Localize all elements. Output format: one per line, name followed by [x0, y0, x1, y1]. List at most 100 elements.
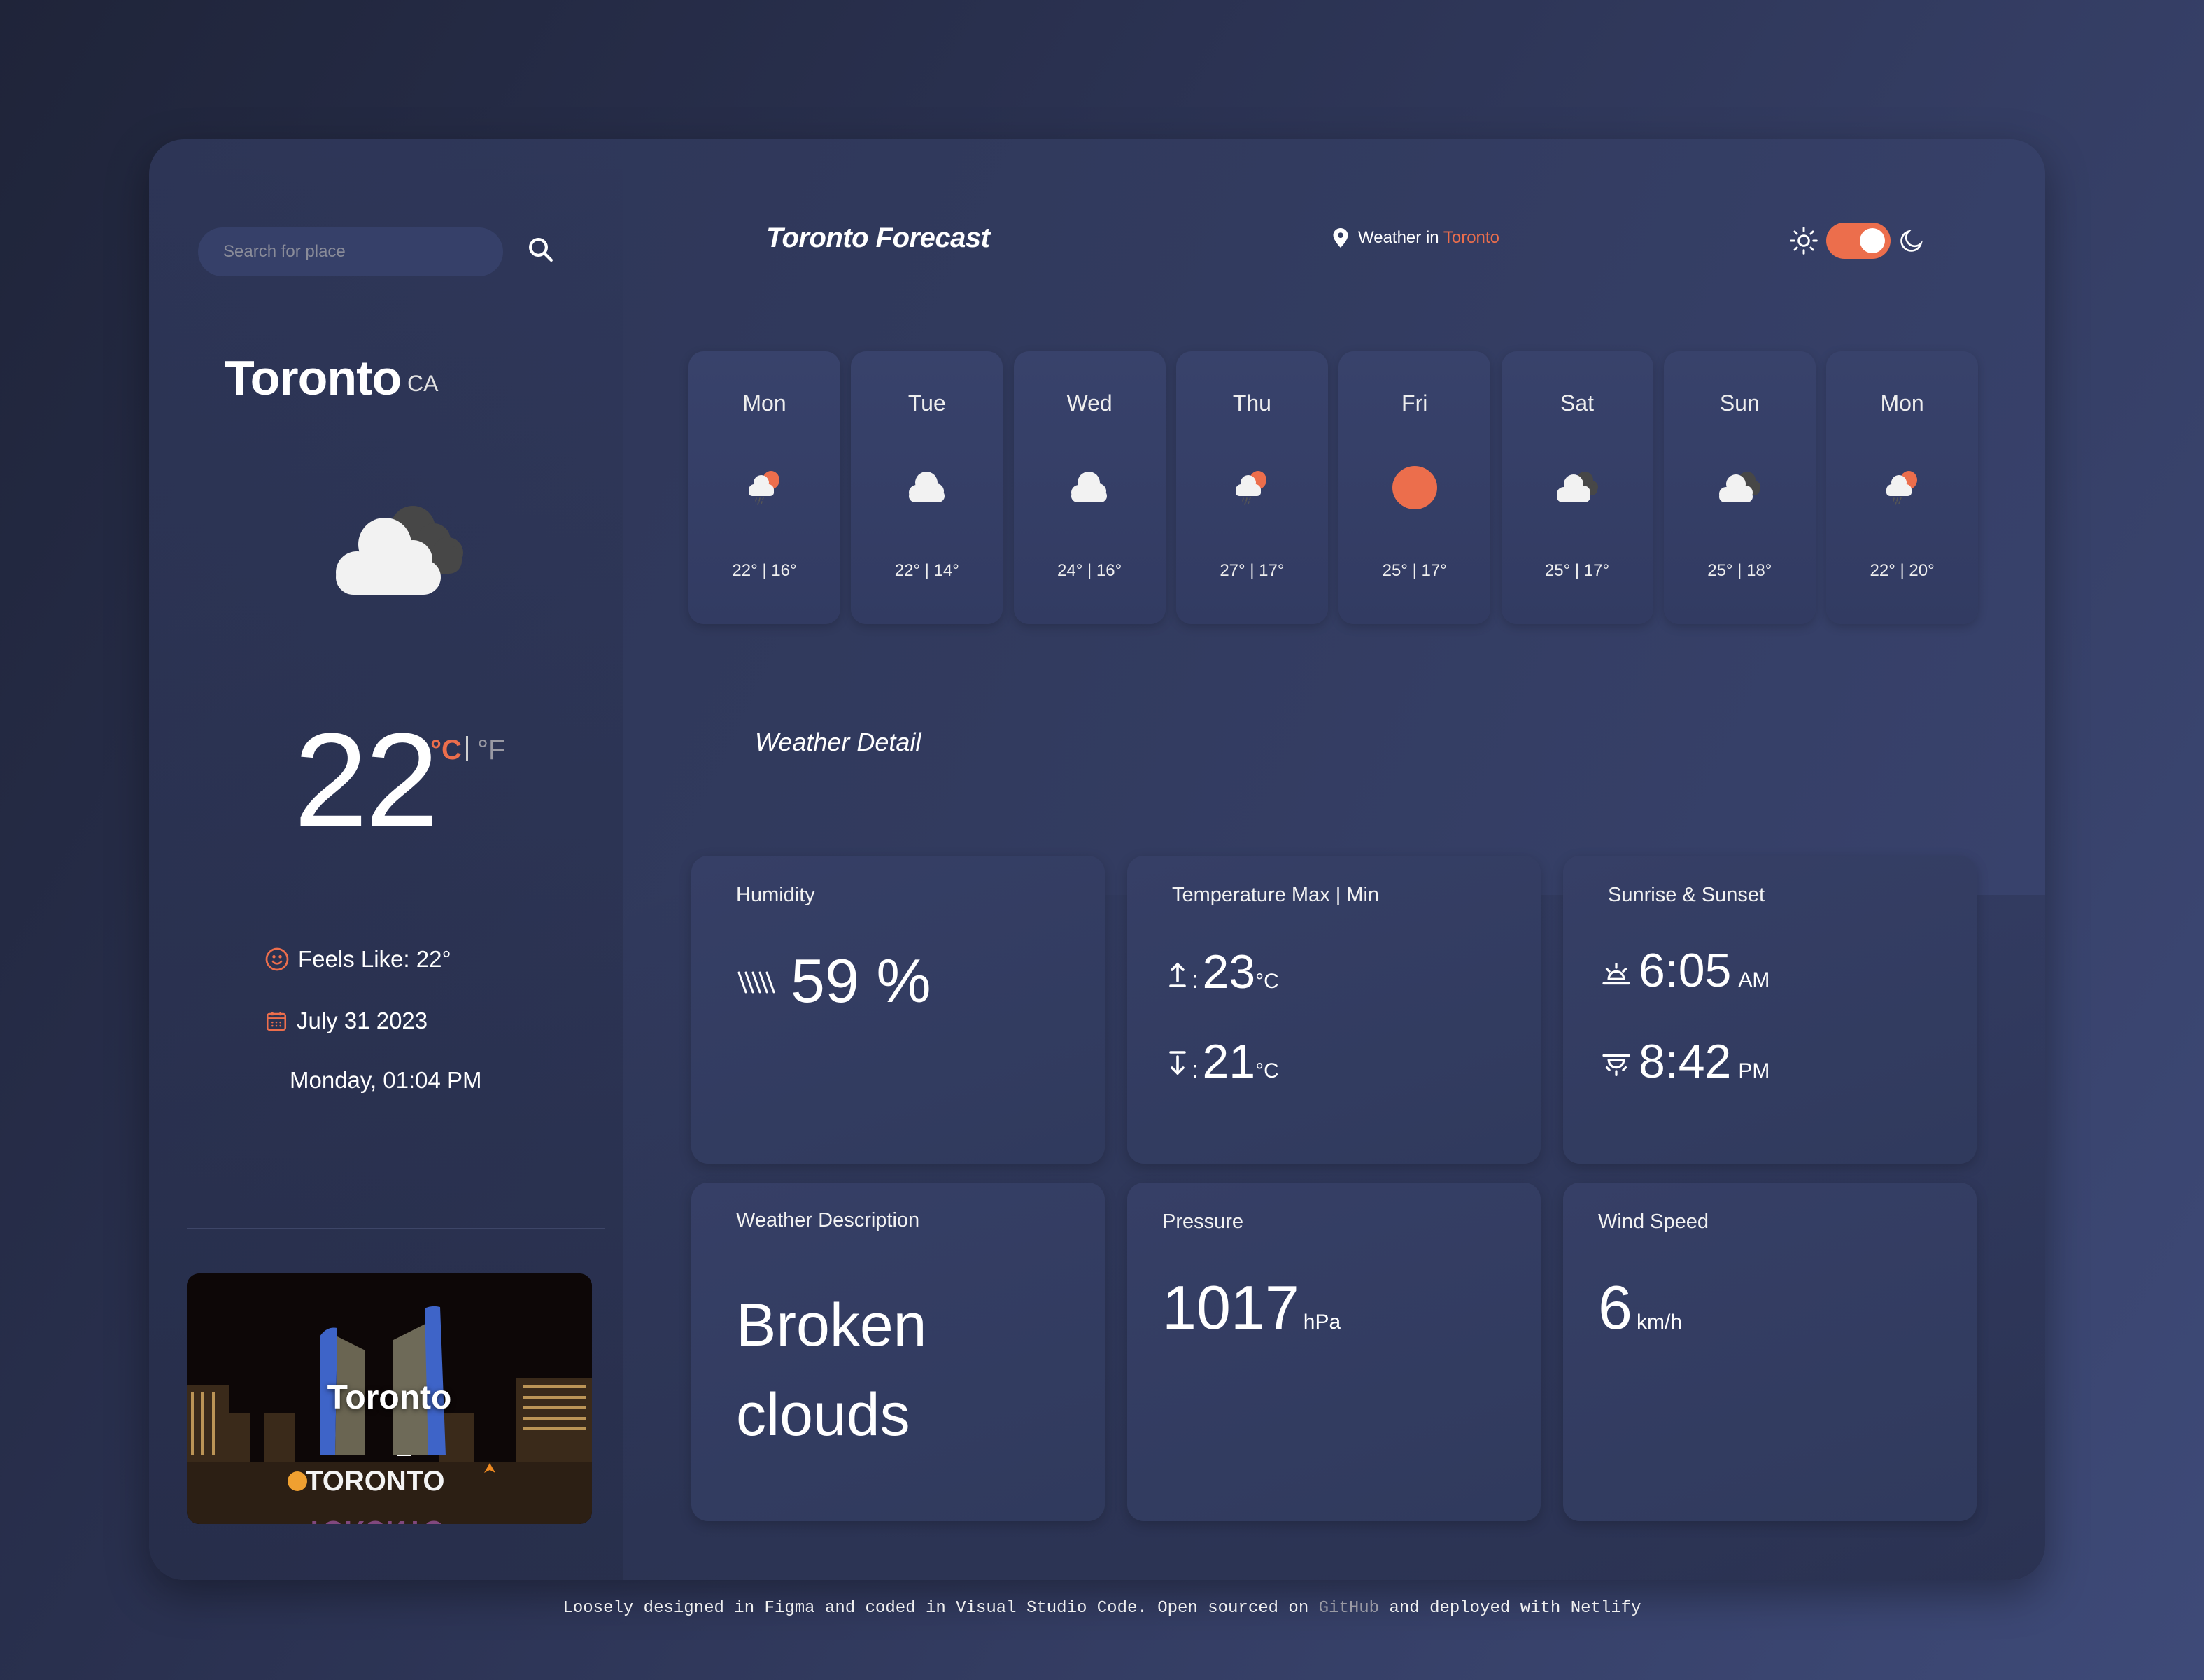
sunrise-sunset-label: Sunrise & Sunset: [1608, 884, 1765, 906]
forecast-day: Sat: [1560, 390, 1595, 416]
temp-min-row: : 21 °C: [1168, 1038, 1279, 1085]
max-separator: :: [1192, 967, 1199, 994]
forecast-weather-icon: [896, 456, 959, 519]
pressure-value-row: 1017 hPa: [1162, 1277, 1341, 1339]
forecast-card[interactable]: Wed 24° | 16°: [1013, 351, 1166, 624]
unit-separator: [466, 736, 468, 761]
humidity-card: Humidity 59 %: [691, 856, 1105, 1164]
sunset-period: PM: [1738, 1059, 1770, 1082]
city-name: Toronto: [225, 351, 402, 405]
country-code: CA: [407, 371, 439, 396]
search-button[interactable]: [526, 235, 556, 264]
wind-speed-unit: km/h: [1636, 1311, 1682, 1334]
forecast-weather-icon: [1058, 456, 1121, 519]
forecast-weather-icon: [1546, 456, 1609, 519]
forecast-card[interactable]: Sat 25° | 17°: [1501, 351, 1653, 624]
search-icon: [529, 238, 553, 262]
date-text: July 31 2023: [297, 1008, 428, 1033]
footer: Loosely designed in Figma and coded in V…: [0, 1599, 2204, 1618]
forecast-temps: 25° | 17°: [1544, 561, 1610, 580]
city-image: TORONTO TORONTO Toronto: [187, 1273, 592, 1524]
forecast-temps: 27° | 17°: [1220, 561, 1285, 580]
svg-text:TORONTO: TORONTO: [306, 1515, 445, 1524]
dark-mode-switch[interactable]: [1826, 223, 1891, 259]
humidity-value-row: 59 %: [736, 950, 931, 1012]
forecast-card[interactable]: Mon 22° | 20°: [1826, 351, 1979, 624]
humidity-label: Humidity: [736, 884, 815, 906]
theme-toggle: [1788, 223, 1926, 259]
forecast-temps: 25° | 18°: [1707, 561, 1772, 580]
search-input[interactable]: [198, 227, 503, 276]
forecast-temps: 24° | 16°: [1057, 561, 1122, 580]
humidity-icon: [737, 971, 775, 994]
forecast-day: Sun: [1719, 390, 1760, 416]
forecast-day: Tue: [907, 390, 946, 416]
temp-min-unit: °C: [1255, 1059, 1279, 1082]
sunrise-time: 6:05: [1639, 944, 1732, 997]
wind-speed-value: 6: [1598, 1273, 1632, 1342]
github-link[interactable]: GitHub: [1319, 1599, 1379, 1618]
forecast-temps: 22° | 14°: [894, 561, 959, 580]
temp-min-value: 21: [1202, 1035, 1256, 1088]
broken-clouds-icon: [1719, 472, 1761, 502]
temp-max-unit: °C: [1255, 970, 1279, 993]
forecast-day: Mon: [742, 390, 786, 416]
location-city: Toronto: [1443, 228, 1499, 247]
unit-fahrenheit-toggle[interactable]: °F: [477, 735, 505, 766]
temperature-max-min-card: Temperature Max | Min : 23 °C : 21 °C: [1127, 856, 1541, 1164]
forecast-temps: 22° | 20°: [1870, 561, 1935, 580]
arrow-down-icon: [1169, 1051, 1186, 1075]
forecast-card[interactable]: Tue 22° | 14°: [851, 351, 1003, 624]
map-pin-icon: [1333, 228, 1348, 248]
location-prefix: Weather in: [1358, 228, 1439, 247]
forecast-card[interactable]: Thu 27° | 17°: [1175, 351, 1328, 624]
forecast-day: Mon: [1880, 390, 1924, 416]
forecast-weather-icon: [1220, 456, 1283, 519]
calendar-icon: [266, 1012, 287, 1031]
feels-like-row: Feels Like: 22°: [264, 946, 451, 973]
feels-like-text: Feels Like: 22°: [298, 946, 451, 972]
arrow-up-icon: [1169, 962, 1186, 987]
forecast-day: Thu: [1232, 390, 1271, 416]
forecast-card[interactable]: Fri 25° | 17°: [1338, 351, 1491, 624]
smile-icon: [265, 947, 289, 971]
forecast-day: Fri: [1401, 390, 1428, 416]
svg-text:TORONTO: TORONTO: [306, 1466, 445, 1497]
min-separator: :: [1192, 1057, 1199, 1083]
city-image-caption: Toronto: [327, 1379, 452, 1416]
forecast-temps: 25° | 17°: [1382, 561, 1447, 580]
sunrise-row: 6:05 AM: [1601, 947, 1769, 994]
unit-celsius-toggle[interactable]: °C: [430, 735, 462, 766]
day-time-text: Monday, 01:04 PM: [290, 1067, 482, 1093]
footer-text-after: and deployed with Netlify: [1379, 1599, 1641, 1618]
forecast-card[interactable]: Sun 25° | 18°: [1663, 351, 1816, 624]
sunrise-icon: [1602, 962, 1630, 985]
weather-description-text: Broken clouds: [736, 1280, 927, 1460]
sun-rain-cloud-icon: [748, 471, 779, 505]
pressure-unit: hPa: [1303, 1311, 1341, 1334]
footer-text-before: Loosely designed in Figma and coded in V…: [563, 1599, 1319, 1618]
broken-clouds-icon: [336, 506, 463, 595]
temperature-max-min-label: Temperature Max | Min: [1172, 884, 1380, 906]
forecast-card[interactable]: Mon 22° | 16°: [688, 351, 840, 624]
weather-description-label: Weather Description: [736, 1209, 920, 1231]
broken-clouds-icon: [1557, 472, 1598, 502]
sunrise-sunset-card: Sunrise & Sunset 6:05 AM 8:42 PM: [1563, 856, 1977, 1164]
location-label: Weather in Toronto: [1333, 228, 1499, 248]
pressure-card: Pressure 1017 hPa: [1127, 1183, 1541, 1521]
pressure-value: 1017: [1162, 1273, 1299, 1342]
temp-max-row: : 23 °C: [1168, 948, 1279, 996]
forecast-weather-icon: [1383, 456, 1446, 519]
page-title: Toronto Forecast: [766, 223, 990, 253]
sun-icon: [1790, 227, 1818, 255]
forecast-weather-icon: [1871, 456, 1934, 519]
weather-description-card: Weather Description Broken clouds: [691, 1183, 1105, 1521]
sun-rain-cloud-icon: [1236, 471, 1267, 505]
cloud-icon: [908, 472, 945, 502]
forecast-weather-icon: [1708, 456, 1771, 519]
current-weather-icon: [315, 490, 483, 616]
sun-rain-cloud-icon: [1886, 471, 1917, 505]
temp-max-value: 23: [1202, 945, 1256, 998]
weather-detail-title: Weather Detail: [755, 728, 921, 756]
current-temperature: 22: [294, 706, 439, 854]
